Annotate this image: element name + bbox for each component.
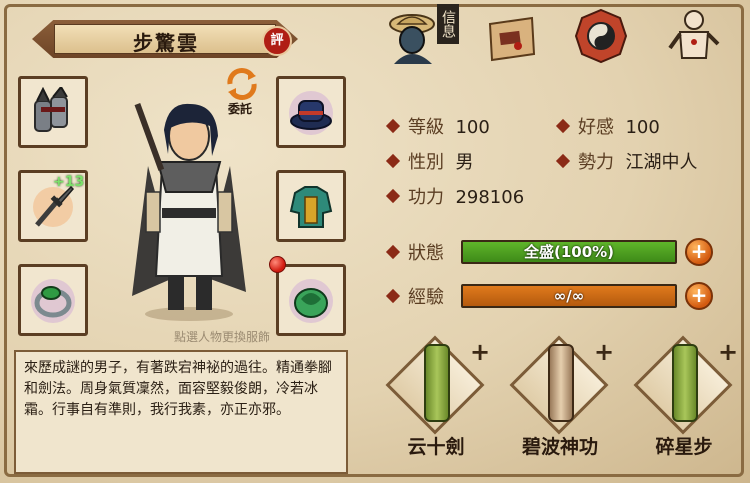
equip-slot-accessory[interactable]: [276, 264, 346, 336]
change-outfit-hint: 點選人物更換服飾: [173, 330, 270, 344]
equip-slot-gloves[interactable]: [18, 76, 88, 148]
tab-manual[interactable]: [484, 10, 538, 66]
skill-name: 碧波神功: [521, 436, 598, 458]
green-scroll-icon: [424, 344, 450, 422]
skill-add-icon[interactable]: +: [718, 338, 738, 366]
skill-slot-1[interactable]: + 云十劍: [384, 335, 494, 464]
green-scroll-icon: [672, 344, 698, 422]
diamond-bullet-icon: [385, 288, 401, 304]
comment-button[interactable]: 評: [262, 26, 292, 56]
diamond-bullet-icon: [385, 188, 401, 204]
favor-value: 100: [625, 117, 660, 138]
skill-slot-3[interactable]: + 碎星步: [632, 335, 742, 464]
notification-dot: [269, 256, 286, 273]
weapon-enhance-level: +13: [53, 174, 85, 190]
skill-add-icon[interactable]: +: [594, 338, 614, 366]
diamond-bullet-icon: [385, 244, 401, 260]
gauntlet-icon: [34, 87, 68, 132]
power-label: 功力: [408, 187, 444, 208]
equip-slot-hat[interactable]: [276, 76, 346, 148]
description-text: 來歷成謎的男子，有著跌宕神祕的過往。精通拳腳和劍法。周身氣質凜然，面容堅毅俊朗，…: [24, 360, 332, 418]
character-description: 來歷成謎的男子，有著跌宕神祕的過往。精通拳腳和劍法。周身氣質凜然，面容堅毅俊朗，…: [14, 350, 348, 474]
stat-gender: 性別 男: [385, 148, 474, 174]
favor-label: 好感: [578, 117, 614, 138]
skill-name: 碎星步: [655, 436, 713, 458]
tab-info-label: 信息: [437, 4, 459, 44]
name-banner: 步驚雲: [32, 20, 298, 58]
armor-icon: [289, 186, 333, 228]
gender-label: 性別: [408, 152, 444, 173]
character-name: 步驚雲: [133, 31, 199, 55]
ring-icon: [31, 279, 75, 323]
diamond-bullet-icon: [385, 153, 401, 169]
stat-power: 功力 298106: [385, 183, 525, 209]
meridian-body-icon: [668, 10, 720, 59]
level-label: 等級: [408, 117, 444, 138]
hat-icon: [289, 91, 333, 135]
diamond-bullet-icon: [555, 118, 571, 134]
exp-row: 經驗 ∞/∞ +: [385, 282, 725, 310]
skill-add-icon[interactable]: +: [470, 338, 490, 366]
status-label: 狀態: [408, 243, 444, 264]
status-row: 狀態 全盛(100%) +: [385, 238, 725, 266]
exp-label: 經驗: [408, 287, 444, 308]
parchment-scroll-icon: [548, 344, 574, 422]
exp-bar-text: ∞/∞: [553, 287, 585, 305]
equip-slot-armor[interactable]: [276, 170, 346, 242]
bagua-icon: [574, 8, 628, 64]
faction-label: 勢力: [578, 152, 614, 173]
stat-faction: 勢力 江湖中人: [555, 148, 698, 174]
tab-meridians[interactable]: [666, 8, 720, 64]
faction-value: 江湖中人: [625, 152, 698, 173]
stat-favor: 好感 100: [555, 113, 660, 139]
portrait-icon: [389, 14, 435, 64]
level-value: 100: [455, 117, 490, 138]
diamond-bullet-icon: [385, 118, 401, 134]
skill-name: 云十劍: [407, 436, 465, 458]
equip-slot-weapon[interactable]: +13: [18, 170, 88, 242]
character-figure[interactable]: [118, 96, 260, 322]
exp-label-wrap: 經驗: [385, 283, 444, 309]
equip-slot-ring[interactable]: [18, 264, 88, 336]
banner-inner: 步驚雲: [54, 24, 276, 55]
exp-add-button[interactable]: +: [685, 282, 713, 310]
stat-level: 等級 100: [385, 113, 490, 139]
status-label-wrap: 狀態: [385, 239, 444, 265]
diamond-bullet-icon: [555, 153, 571, 169]
book-icon: [488, 16, 536, 62]
tab-bagua[interactable]: [574, 8, 628, 64]
status-bar-text: 全盛(100%): [523, 243, 615, 261]
jade-pendant-icon: [289, 279, 333, 323]
exp-bar: ∞/∞: [461, 284, 677, 308]
status-add-button[interactable]: +: [685, 238, 713, 266]
tab-info[interactable]: [388, 8, 442, 64]
status-bar: 全盛(100%): [461, 240, 677, 264]
skill-slot-2[interactable]: + 碧波神功: [508, 335, 618, 464]
gender-value: 男: [455, 152, 474, 173]
power-value: 298106: [455, 187, 525, 208]
